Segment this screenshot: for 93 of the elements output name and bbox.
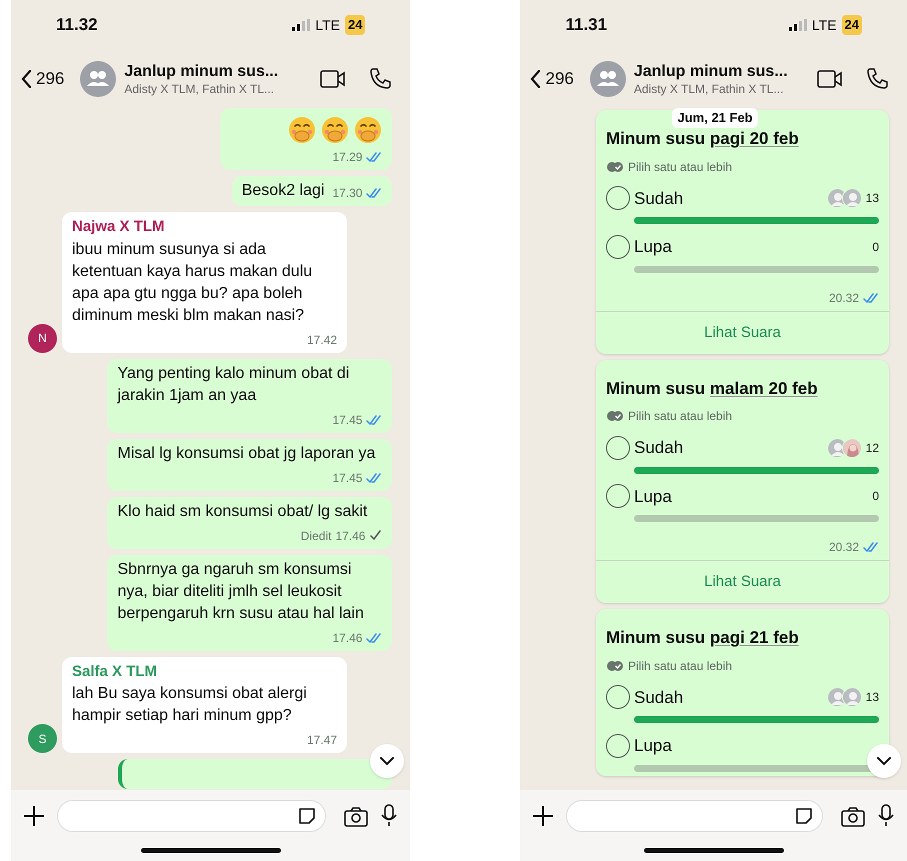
radio-button[interactable] [606, 436, 630, 460]
chevron-left-icon [21, 70, 32, 88]
poll-option-label: Sudah [634, 188, 684, 210]
poll-option-label: Lupa [634, 486, 672, 508]
message-time: 17.29 [332, 149, 362, 166]
poll-option-label: Lupa [634, 236, 672, 258]
group-avatar-icon [590, 61, 626, 97]
sticker-icon[interactable] [794, 806, 814, 826]
video-call-icon[interactable] [817, 69, 843, 89]
status-time: 11.32 [56, 14, 98, 36]
vote-count: 0 [872, 238, 879, 256]
signal-icon [292, 19, 310, 31]
plus-icon[interactable] [532, 805, 554, 827]
message-text: Misal lg konsumsi obat jg laporan ya [117, 444, 376, 464]
multi-select-icon [606, 160, 624, 172]
sender-avatar: N [28, 324, 57, 352]
back-button[interactable]: 296 [530, 66, 574, 92]
plus-icon[interactable] [23, 805, 45, 827]
poll-title: Minum susu pagi 20 feb [606, 128, 799, 150]
poll-option-label: Sudah [634, 686, 684, 708]
radio-button[interactable] [606, 685, 630, 710]
video-call-icon[interactable] [320, 69, 346, 89]
signal-icon [788, 19, 807, 31]
camera-icon[interactable] [841, 806, 865, 826]
sender-name: Najwa X TLM [72, 217, 166, 237]
voter-avatar-icon [842, 438, 862, 458]
voter-avatar-icon [842, 188, 862, 208]
vote-count: 12 [866, 440, 879, 457]
microphone-icon[interactable] [380, 804, 398, 828]
message-time: 17.46 [332, 630, 362, 646]
message-text: Besok2 lagi [242, 181, 324, 201]
message-text: Sbnrnya ga ngaruh sm konsumsi nya, biar diteliti jmlh sel leukosit berpengaruh krn susu atau hal lain [117, 560, 365, 624]
edited-label: Diedit [300, 528, 332, 544]
message-time: 17.45 [332, 470, 362, 486]
chat-members: Adisty X TLM, Fathin X TL... [124, 82, 275, 96]
back-button[interactable]: 296 [21, 66, 64, 92]
message-time: 20.32 [828, 539, 859, 556]
vote-count: 0 [872, 488, 879, 506]
radio-button[interactable] [606, 234, 630, 259]
scroll-down-button[interactable] [370, 744, 404, 778]
network-label: LTE [315, 16, 340, 34]
message-time: 17.45 [332, 412, 362, 428]
sticker-icon[interactable] [297, 806, 318, 826]
message-text: ibuu minum susunya si ada ketentuan kaya harus makan dulu apa apa gtu ngga bu? apa boleh diminum meski blm makan nasi? [72, 240, 314, 326]
phone-icon[interactable] [865, 67, 889, 91]
message-text: lah Bu saya konsumsi obat alergi hampir setiap hari minum gpp? [72, 684, 308, 726]
radio-button[interactable] [606, 186, 630, 210]
smiling-face-icon [321, 116, 350, 144]
message-time: 17.42 [306, 332, 337, 348]
multi-select-icon [606, 660, 624, 672]
chevron-down-icon [876, 756, 892, 766]
sender-avatar: S [28, 724, 57, 753]
message-time: 17.46 [335, 528, 366, 544]
message-time: 20.32 [828, 290, 859, 306]
message-input[interactable] [566, 800, 823, 832]
status-time: 11.31 [565, 14, 608, 36]
view-votes-button[interactable]: Lihat Suara [704, 571, 781, 594]
poll-hint: Pilih satu atau lebih [628, 658, 732, 674]
poll-option-label: Sudah [634, 437, 684, 459]
poll-title: Minum susu malam 20 feb [606, 378, 818, 400]
message-text: Klo haid sm konsumsi obat/ lg sakit [117, 502, 368, 522]
phone-icon[interactable] [368, 67, 392, 91]
voter-avatar-icon [842, 687, 862, 708]
view-votes-button[interactable]: Lihat Suara [704, 322, 781, 344]
poll-title: Minum susu pagi 21 feb [606, 627, 799, 649]
sender-name: Salfa X TLM [72, 662, 158, 682]
chat-members: Adisty X TLM, Fathin X TL... [634, 82, 784, 96]
smiling-face-icon [288, 116, 316, 144]
chevron-left-icon [530, 70, 542, 88]
group-avatar-icon [80, 61, 116, 97]
poll-hint: Pilih satu atau lebih [628, 158, 732, 176]
date-label: Jum, 21 Feb [672, 108, 758, 128]
multi-select-icon [606, 410, 624, 422]
chat-title: Janlup minum sus... [124, 62, 278, 82]
smiling-face-icon [354, 116, 382, 144]
microphone-icon[interactable] [877, 804, 895, 828]
scroll-down-button[interactable] [867, 744, 901, 778]
chevron-down-icon [379, 756, 396, 766]
radio-button[interactable] [606, 734, 630, 758]
message-text: Yang penting kalo minum obat di jarakin 1jam an yaa [117, 364, 350, 406]
message-time: 17.47 [306, 732, 337, 749]
battery-level: 24 [842, 15, 862, 35]
message-time: 17.30 [332, 185, 362, 202]
poll-hint: Pilih satu atau lebih [628, 408, 732, 425]
battery-level: 24 [345, 15, 366, 35]
camera-icon[interactable] [344, 806, 368, 826]
vote-count: 13 [866, 190, 879, 208]
vote-count: 13 [866, 689, 879, 706]
chat-title: Janlup minum sus... [634, 62, 788, 82]
message-input[interactable] [57, 800, 326, 832]
radio-button[interactable] [606, 484, 630, 508]
poll-option-label: Lupa [634, 735, 672, 757]
network-label: LTE [812, 16, 837, 34]
